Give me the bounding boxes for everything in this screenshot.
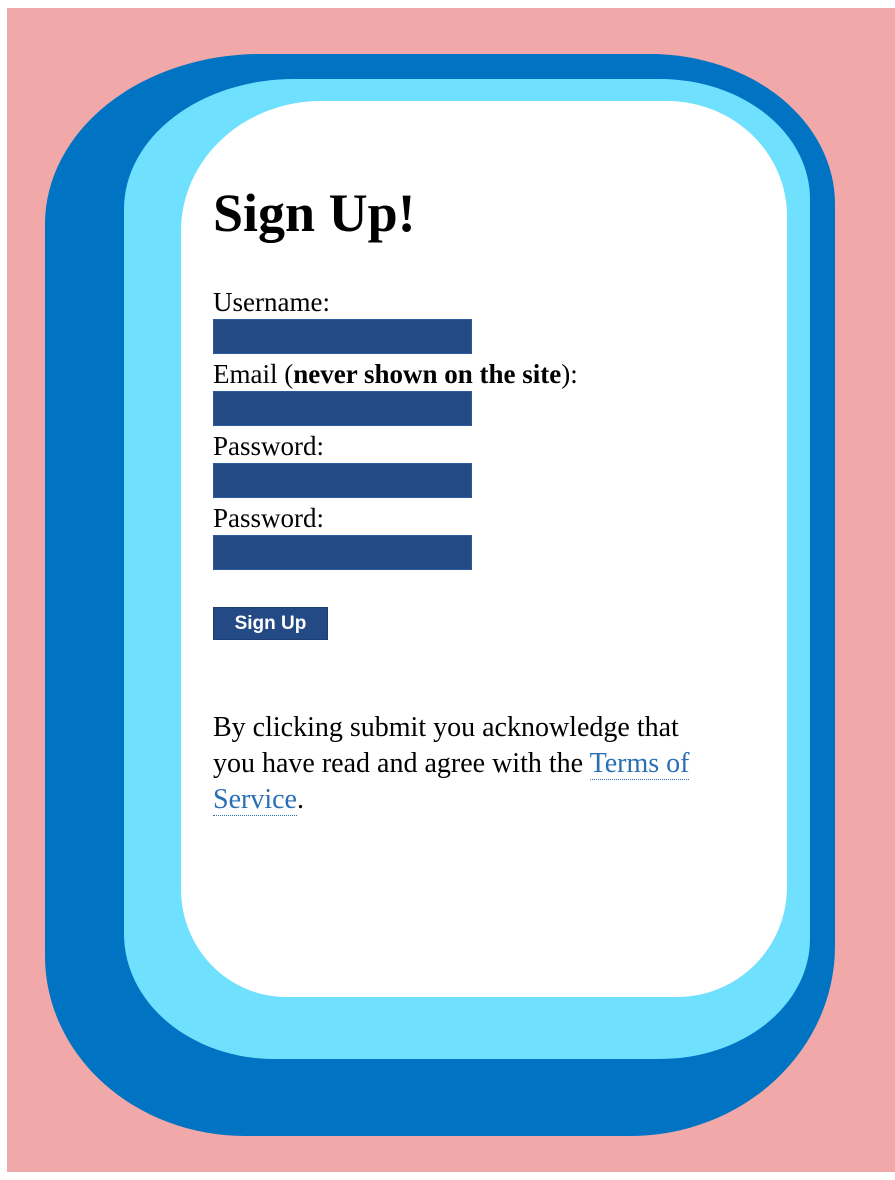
- email-privacy-note: never shown on the site: [293, 359, 562, 389]
- email-input[interactable]: [213, 391, 472, 426]
- middle-frame: Sign Up! Username: Email (never shown on…: [124, 79, 810, 1059]
- password-confirm-input[interactable]: [213, 535, 472, 570]
- outer-frame: Sign Up! Username: Email (never shown on…: [45, 54, 835, 1136]
- terms-notice-end: .: [296, 784, 304, 815]
- username-input[interactable]: [213, 319, 472, 354]
- email-label-suffix: ):: [561, 359, 578, 389]
- password-input[interactable]: [213, 463, 472, 498]
- signup-content: Sign Up! Username: Email (never shown on…: [213, 181, 773, 818]
- page-background: Sign Up! Username: Email (never shown on…: [7, 8, 895, 1172]
- signup-card: Sign Up! Username: Email (never shown on…: [181, 101, 787, 997]
- terms-notice: By clicking submit you acknowledge that …: [213, 710, 713, 818]
- page-title: Sign Up!: [213, 183, 416, 243]
- username-label: Username:: [213, 287, 330, 317]
- email-label: Email (never shown on the site):: [213, 357, 773, 391]
- signup-form: Username: Email (never shown on the site…: [213, 285, 773, 640]
- sign-up-button[interactable]: Sign Up: [213, 607, 328, 640]
- password-label: Password:: [213, 431, 325, 461]
- email-label-prefix: Email (: [213, 359, 294, 389]
- password-confirm-label: Password:: [213, 503, 325, 533]
